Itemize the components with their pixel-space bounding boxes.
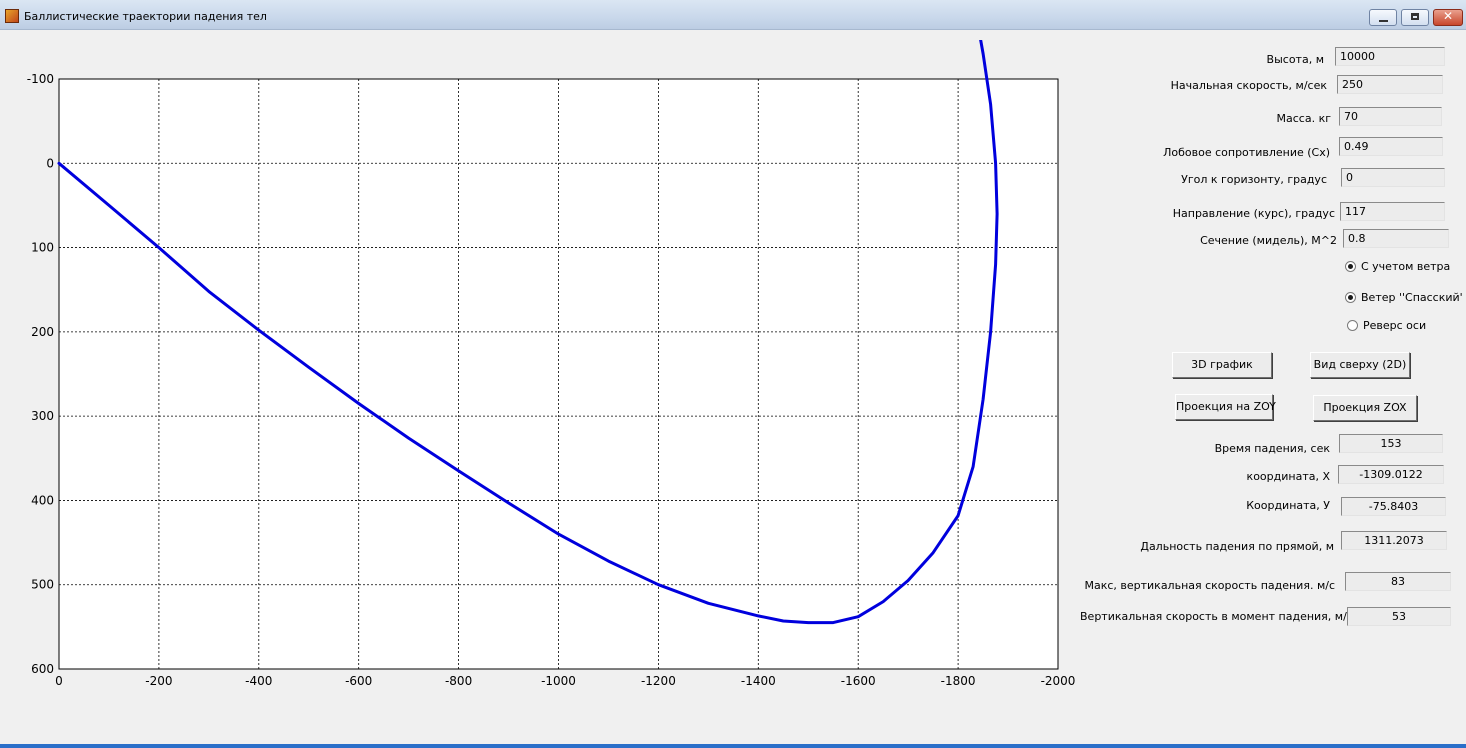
course-label: Направление (курс), градус: [1172, 207, 1335, 220]
spassky-wind-radio[interactable]: [1345, 292, 1356, 303]
coord-y-output: -75.8403: [1341, 497, 1446, 516]
close-button[interactable]: ✕: [1433, 9, 1463, 26]
minimize-button[interactable]: [1369, 9, 1397, 26]
y-tick-label: 600: [31, 662, 54, 676]
cross-section-label: Сечение (мидель), М^2: [1200, 234, 1337, 247]
spassky-wind-radio-label: Ветер ''Спасский': [1361, 291, 1463, 304]
title-bar: Баллистические траектории падения тел ✕: [0, 0, 1466, 30]
x-tick-label: 0: [55, 674, 63, 688]
coord-x-output: -1309.0122: [1338, 465, 1444, 484]
top-view-button[interactable]: Вид сверху (2D): [1310, 352, 1410, 378]
drag-coefficient-input[interactable]: 0.49: [1339, 137, 1443, 156]
x-tick-label: -1600: [841, 674, 876, 688]
x-tick-label: -400: [245, 674, 272, 688]
plot-3d-button[interactable]: 3D график: [1172, 352, 1272, 378]
initial-speed-label: Начальная скорость, м/сек: [1170, 79, 1327, 92]
x-tick-label: -1000: [541, 674, 576, 688]
distance-label: Дальность падения по прямой, м: [1140, 540, 1334, 553]
height-label: Высота, м: [1266, 53, 1324, 66]
y-tick-label: 300: [31, 409, 54, 423]
projection-zoy-button[interactable]: Проекция на ZOY: [1175, 394, 1276, 420]
window-bottom-border: [0, 744, 1466, 748]
initial-speed-input[interactable]: 250: [1337, 75, 1443, 94]
coord-x-label: координата, Х: [1246, 470, 1330, 483]
y-tick-label: 400: [31, 493, 54, 507]
projection-zox-button[interactable]: Проекция ZOX: [1313, 395, 1417, 421]
drag-coefficient-label: Лобовое сопротивление (Cx): [1163, 146, 1330, 159]
x-tick-label: -1400: [741, 674, 776, 688]
y-tick-label: 200: [31, 325, 54, 339]
reverse-axis-radio-label: Реверс оси: [1363, 319, 1427, 332]
window-title: Баллистические траектории падения тел: [24, 10, 267, 23]
x-tick-label: -1200: [641, 674, 676, 688]
y-tick-label: 500: [31, 578, 54, 592]
x-tick-label: -800: [445, 674, 472, 688]
angle-label: Угол к горизонту, градус: [1181, 173, 1327, 186]
y-tick-label: 100: [31, 241, 54, 255]
close-icon: ✕: [1442, 9, 1454, 23]
course-input[interactable]: 117: [1340, 202, 1445, 221]
x-tick-label: -1800: [941, 674, 976, 688]
fall-time-label: Время падения, сек: [1214, 442, 1330, 455]
impact-vertical-speed-output: 53: [1347, 607, 1451, 626]
x-tick-label: -2000: [1041, 674, 1076, 688]
wind-radio-label: С учетом ветра: [1361, 260, 1451, 273]
x-tick-label: -600: [345, 674, 372, 688]
reverse-axis-radio[interactable]: [1347, 320, 1358, 331]
max-vertical-speed-output: 83: [1345, 572, 1451, 591]
y-tick-label: -100: [27, 72, 54, 86]
mass-input[interactable]: 70: [1339, 107, 1442, 126]
minimize-icon: [1379, 20, 1388, 22]
maximize-icon: [1411, 13, 1419, 20]
distance-output: 1311.2073: [1341, 531, 1447, 550]
height-input[interactable]: 10000: [1335, 47, 1445, 66]
wind-radio[interactable]: [1345, 261, 1356, 272]
trajectory-plot[interactable]: 0 -200 -400 -600 -800 -1000 -1200 -1400 -1600 -18…: [0, 40, 1090, 710]
y-tick-label: 0: [46, 156, 54, 170]
mass-label: Масса. кг: [1276, 112, 1331, 125]
angle-input[interactable]: 0: [1341, 168, 1445, 187]
max-vertical-speed-label: Макс, вертикальная скорость падения. м/с: [1084, 579, 1335, 592]
x-tick-label: -200: [145, 674, 172, 688]
cross-section-input[interactable]: 0.8: [1343, 229, 1449, 248]
maximize-button[interactable]: [1401, 9, 1429, 26]
fall-time-output: 153: [1339, 434, 1443, 453]
coord-y-label: Координата, У: [1246, 499, 1330, 512]
matlab-app-icon: [5, 9, 19, 23]
impact-vertical-speed-label: Вертикальная скорость в момент падения, …: [1080, 610, 1353, 623]
